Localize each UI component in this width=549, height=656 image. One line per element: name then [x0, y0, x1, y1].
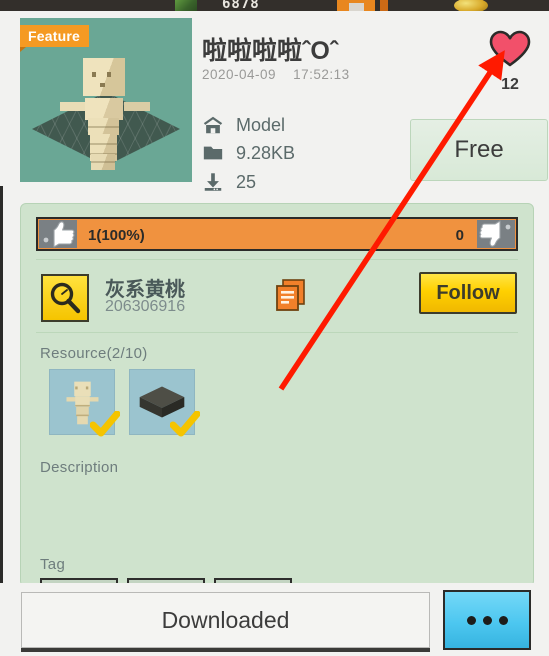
download-icon — [204, 173, 222, 191]
model-detail-sheet: Feature 啦啦啦啦ˆOˆ 2020-04-09 17:52:13 Model… — [6, 11, 549, 656]
voxel-head — [83, 58, 125, 96]
description-label: Description — [40, 459, 119, 476]
resource-list — [49, 369, 200, 437]
heart-icon[interactable] — [488, 29, 532, 69]
meta-downloads-label: 25 — [236, 171, 257, 192]
voxel-feet — [91, 154, 115, 170]
thumbs-up-icon[interactable] — [39, 220, 77, 248]
house-icon — [203, 116, 223, 134]
rating-up-label: 1(100%) — [88, 227, 145, 244]
folder-icon — [203, 146, 223, 160]
upload-date: 2020-04-09 — [202, 67, 277, 82]
hud-item-slot-edge — [380, 0, 388, 11]
voxel-arm-left — [60, 102, 86, 111]
leaf-icon — [175, 0, 197, 11]
author-id: 206306916 — [105, 298, 186, 315]
check-icon — [170, 411, 200, 437]
meta-type-label: Model — [236, 114, 286, 135]
voxel-arm-right — [124, 102, 150, 111]
rating-down-label: 0 — [455, 227, 464, 244]
upload-datetime: 2020-04-09 17:52:13 — [202, 67, 350, 82]
divider-rating — [36, 259, 518, 260]
bottom-action-bar: Downloaded — [0, 583, 549, 656]
check-icon — [90, 411, 120, 437]
more-button[interactable] — [443, 590, 531, 650]
thumbs-down-icon[interactable] — [477, 220, 515, 248]
meta-row-downloads: 25 — [202, 169, 256, 195]
resource-label: Resource(2/10) — [40, 345, 148, 362]
voxel-body — [88, 118, 119, 135]
like-control[interactable]: 12 — [488, 29, 532, 94]
scroll-rail — [0, 186, 3, 586]
coin-icon — [454, 0, 488, 11]
resource-item-block[interactable] — [129, 369, 200, 437]
meta-row-type: Model — [202, 112, 285, 138]
download-button[interactable]: Downloaded — [21, 592, 430, 648]
ellipsis-icon — [466, 615, 476, 625]
hud-item-slot — [337, 0, 375, 11]
voxel-torso — [85, 98, 123, 120]
copy-documents-icon[interactable] — [274, 278, 308, 314]
upload-time: 17:52:13 — [293, 67, 350, 82]
feature-badge: Feature — [20, 25, 89, 47]
like-count: 12 — [501, 76, 519, 93]
feature-badge-tail — [20, 47, 26, 52]
follow-button[interactable]: Follow — [419, 272, 517, 314]
detail-card: 1(100%) 0 灰系黄桃 206306916 Follow Resource… — [20, 203, 534, 594]
avatar[interactable] — [41, 274, 89, 322]
meta-size-label: 9.28KB — [236, 142, 296, 163]
divider-author — [36, 332, 518, 333]
page-title: 啦啦啦啦ˆOˆ — [202, 37, 339, 65]
price-badge: Free — [410, 119, 548, 181]
game-hud-strip: 6878 — [0, 0, 549, 11]
meta-row-size: 9.28KB — [202, 140, 295, 166]
rating-bar[interactable]: 1(100%) 0 — [36, 217, 518, 251]
resource-item-character[interactable] — [49, 369, 120, 437]
magnifier-icon — [50, 282, 81, 314]
tag-label: Tag — [40, 556, 66, 573]
hud-score: 6878 — [222, 0, 260, 11]
